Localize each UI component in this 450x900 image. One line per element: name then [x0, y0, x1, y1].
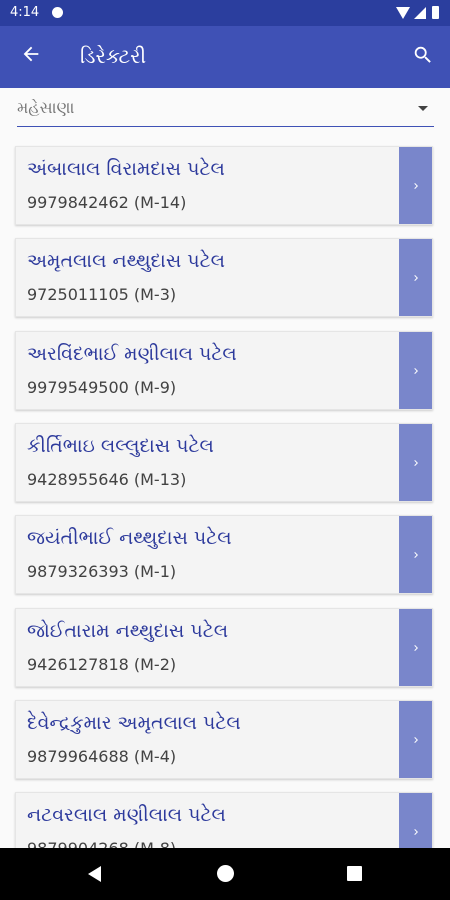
chevron-right-icon — [413, 551, 418, 558]
dropdown-selected-value: મહેસાણા — [17, 98, 75, 117]
chevron-right-icon — [413, 828, 418, 835]
directory-card[interactable]: અંબાલાલ વિરામદાસ પટેલ 9979842462 (M-14) — [15, 146, 433, 225]
chevron-right-icon — [413, 459, 418, 466]
contact-name: કીર્તિભાઇ લલ્લુદાસ પટેલ — [27, 435, 214, 457]
status-time: 4:14 — [10, 5, 40, 20]
chevron-right-icon — [413, 644, 418, 651]
open-contact-button[interactable] — [399, 701, 432, 778]
open-contact-button[interactable] — [399, 516, 432, 593]
open-contact-button[interactable] — [399, 609, 432, 686]
contact-name: અમૃતલાલ નથ્થુદાસ પટેલ — [27, 250, 226, 272]
directory-card[interactable]: દેવેન્દ્રકુમાર અમૃતલાલ પટેલ 9879964688 (M… — [15, 700, 433, 779]
directory-card[interactable]: અમૃતલાલ નથ્થુદાસ પટેલ 9725011105 (M-3) — [15, 238, 433, 317]
open-contact-button[interactable] — [399, 147, 432, 224]
app-bar: ડિરેક્ટરી — [0, 26, 450, 88]
chevron-right-icon — [413, 736, 418, 743]
contact-phone: 9879326393 (M-1) — [27, 562, 177, 581]
contact-phone: 9979842462 (M-14) — [27, 193, 187, 212]
battery-icon — [432, 6, 439, 19]
contact-phone: 9725011105 (M-3) — [27, 285, 177, 304]
contact-name: અરવિંદભાઈ મણીલાલ પટેલ — [27, 343, 237, 365]
back-arrow-icon[interactable] — [20, 43, 42, 69]
contact-name: નટવરલાલ મણીલાલ પટેલ — [27, 804, 226, 826]
contact-phone: 9426127818 (M-2) — [27, 655, 177, 674]
system-nav-bar — [0, 848, 450, 900]
nav-home-icon[interactable] — [217, 865, 234, 882]
contact-phone: 9428955646 (M-13) — [27, 470, 187, 489]
search-icon[interactable] — [412, 44, 434, 70]
nav-recents-icon[interactable] — [347, 866, 362, 881]
contact-name: દેવેન્દ્રકુમાર અમૃતલાલ પટેલ — [27, 712, 241, 734]
contact-name: જોઈતારામ નથ્થુદાસ પટેલ — [27, 620, 229, 642]
contact-name: અંબાલાલ વિરામદાસ પટેલ — [27, 158, 225, 180]
chevron-right-icon — [413, 367, 418, 374]
caret-down-icon — [418, 106, 428, 111]
contact-phone: 9879964688 (M-4) — [27, 747, 177, 766]
open-contact-button[interactable] — [399, 332, 432, 409]
signal-icon — [414, 7, 426, 19]
city-dropdown[interactable]: મહેસાણા — [17, 93, 434, 127]
wifi-icon — [396, 7, 410, 19]
chevron-right-icon — [413, 182, 418, 189]
directory-card[interactable]: જયંતીભાઈ નથ્થુદાસ પટેલ 9879326393 (M-1) — [15, 515, 433, 594]
directory-card[interactable]: જોઈતારામ નથ્થુદાસ પટેલ 9426127818 (M-2) — [15, 608, 433, 687]
directory-card[interactable]: કીર્તિભાઇ લલ્લુદાસ પટેલ 9428955646 (M-13) — [15, 423, 433, 502]
contact-name: જયંતીભાઈ નથ્થુદાસ પટેલ — [27, 527, 232, 549]
chevron-right-icon — [413, 274, 418, 281]
page-title: ડિરેક્ટરી — [80, 44, 147, 68]
status-bar: 4:14 — [0, 0, 450, 26]
nav-back-icon[interactable] — [88, 866, 101, 882]
contact-phone: 9979549500 (M-9) — [27, 378, 177, 397]
open-contact-button[interactable] — [399, 424, 432, 501]
notification-icon — [52, 7, 63, 18]
open-contact-button[interactable] — [399, 239, 432, 316]
directory-card[interactable]: અરવિંદભાઈ મણીલાલ પટેલ 9979549500 (M-9) — [15, 331, 433, 410]
